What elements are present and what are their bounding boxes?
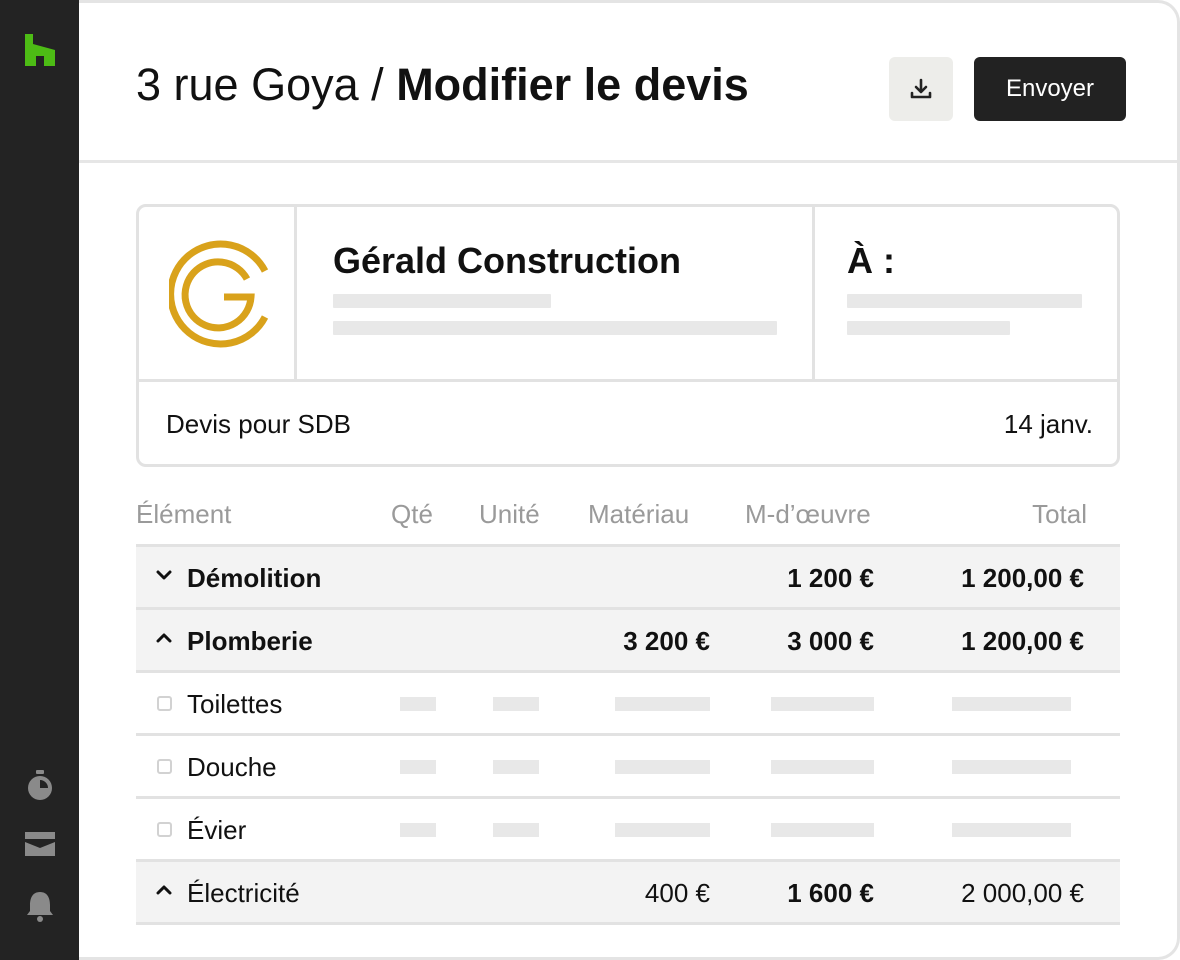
material-cost: 400 € [644,878,710,908]
row-total: 2 000,00 € [961,878,1084,908]
houzz-logo-icon[interactable] [0,34,80,66]
recipient-name-placeholder [847,294,1082,308]
chevron-down-icon[interactable] [156,569,172,581]
qty-placeholder [400,760,436,774]
unit-placeholder [493,697,539,711]
total-placeholder [952,697,1071,711]
quote-parties: Gérald Construction À : [139,207,1117,382]
qty-placeholder [400,823,436,837]
labor-placeholder [771,760,874,774]
project-name: 3 rue Goya [136,59,359,110]
sidebar [0,0,80,960]
column-header-element: Élément [136,499,232,529]
company-address-placeholder [333,294,551,308]
quote-description[interactable]: Devis pour SDB [166,409,351,440]
column-header-total: Total [1032,499,1087,529]
page-title-label: Modifier le devis [396,59,749,110]
table-row-category[interactable]: Démolition 1 200 € 1 200,00 € [136,547,1120,610]
quote-editor-window: 3 rue Goya / Modifier le devis Envoyer G… [79,0,1180,960]
total-placeholder [952,760,1071,774]
table-row-category[interactable]: Électricité 400 € 1 600 € 2 000,00 € [136,862,1120,925]
item-checkbox[interactable] [157,696,172,711]
material-placeholder [615,760,710,774]
inbox-icon[interactable] [0,832,80,856]
divider [812,207,815,382]
quote-header-card: Gérald Construction À : Devis pour SDB 1… [136,204,1120,467]
chevron-up-icon[interactable] [156,632,172,644]
item-label: Toilettes [187,689,283,719]
chevron-up-icon[interactable] [156,884,172,896]
table-header: Élément Qté Unité Matériau M-d’œuvre Tot… [136,493,1120,547]
unit-placeholder [493,760,539,774]
recipient-label: À : [847,240,895,281]
download-icon [910,78,932,99]
material-placeholder [615,697,710,711]
quote-line-items-table: Élément Qté Unité Matériau M-d’œuvre Tot… [136,493,1120,925]
company-logo-icon [167,237,269,356]
labor-cost: 3 000 € [787,626,874,656]
title-separator: / [371,59,384,110]
column-header-material: Matériau [588,499,690,529]
company-name: Gérald Construction [333,240,682,281]
timer-icon[interactable] [0,770,80,802]
column-header-labor: M-d’œuvre [745,499,871,529]
material-cost: 3 200 € [623,626,710,656]
material-placeholder [615,823,710,837]
labor-cost: 1 600 € [787,878,874,908]
page-header: 3 rue Goya / Modifier le devis Envoyer [79,3,1177,163]
total-placeholder [952,823,1071,837]
item-checkbox[interactable] [157,759,172,774]
category-label: Plomberie [187,626,313,656]
send-button[interactable]: Envoyer [974,57,1126,121]
item-label: Évier [187,815,247,845]
column-header-unit: Unité [479,499,540,529]
item-label: Douche [187,752,277,782]
labor-placeholder [771,697,874,711]
table-row-category[interactable]: Plomberie 3 200 € 3 000 € 1 200,00 € [136,610,1120,673]
table-row-item[interactable]: Évier [136,799,1120,862]
category-label: Démolition [187,563,322,593]
divider [294,207,297,382]
labor-cost: 1 200 € [787,563,874,593]
row-total: 1 200,00 € [961,563,1084,593]
table-row-item[interactable]: Toilettes [136,673,1120,736]
bell-icon[interactable] [0,890,80,922]
qty-placeholder [400,697,436,711]
download-button[interactable] [889,57,953,121]
recipient-address-placeholder [847,321,1010,335]
row-total: 1 200,00 € [961,626,1084,656]
company-details-placeholder [333,321,777,335]
unit-placeholder [493,823,539,837]
quote-date[interactable]: 14 janv. [1004,409,1093,440]
page-title: 3 rue Goya / Modifier le devis [136,57,749,113]
item-checkbox[interactable] [157,822,172,837]
labor-placeholder [771,823,874,837]
category-label: Électricité [187,878,300,908]
table-row-item[interactable]: Douche [136,736,1120,799]
column-header-qty: Qté [391,499,433,529]
